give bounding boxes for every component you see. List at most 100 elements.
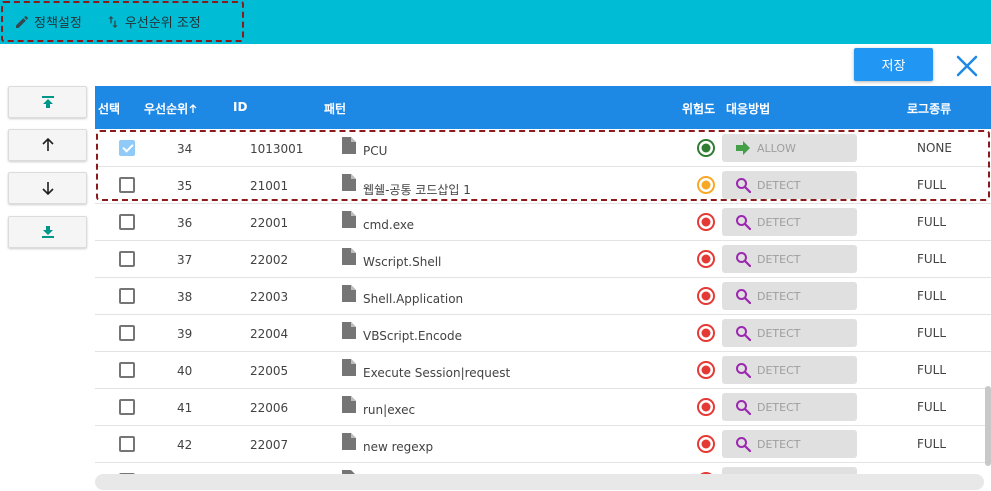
row-checkbox[interactable] <box>119 214 135 230</box>
file-icon <box>342 174 356 191</box>
header-pattern: 패턴 <box>324 102 347 116</box>
table-row[interactable]: 38 22003 Shell.Application DETECT FULL <box>95 278 991 315</box>
file-icon <box>342 396 356 413</box>
header-action: 대응방법 <box>726 102 771 116</box>
risk-indicator-icon <box>697 398 715 416</box>
risk-indicator-icon <box>697 176 715 194</box>
row-log-type: NONE <box>917 141 952 155</box>
search-icon <box>734 213 752 231</box>
top-bar: 정책설정 우선순위 조정 <box>0 0 991 44</box>
row-id: 22007 <box>250 438 289 452</box>
row-log-type: FULL <box>917 252 947 266</box>
header-priority-label: 우선순위 <box>144 102 189 116</box>
row-priority: 38 <box>177 290 193 304</box>
row-checkbox[interactable] <box>119 177 135 193</box>
row-pattern: cmd.exe <box>363 218 415 232</box>
action-button[interactable]: DETECT <box>722 319 857 347</box>
row-priority: 42 <box>177 438 193 452</box>
vertical-scrollbar[interactable] <box>983 86 991 474</box>
close-icon[interactable] <box>953 52 981 80</box>
row-priority: 34 <box>177 142 193 156</box>
sort-up-icon <box>189 104 197 113</box>
action-button[interactable]: DETECT <box>722 245 857 273</box>
action-button[interactable] <box>722 467 857 474</box>
action-button[interactable]: DETECT <box>722 208 857 236</box>
file-icon <box>342 322 356 339</box>
row-log-type: FULL <box>917 437 947 451</box>
row-checkbox[interactable] <box>119 325 135 341</box>
policy-table: 선택 우선순위 ID 패턴 위험도 대응방법 로그종류 34 1013001 PCU… <box>95 86 991 474</box>
row-priority: 35 <box>177 179 193 193</box>
search-icon <box>734 435 752 453</box>
move-up-button[interactable] <box>8 129 87 161</box>
action-button[interactable]: DETECT <box>722 430 857 458</box>
action-button[interactable]: DETECT <box>722 393 857 421</box>
table-header: 선택 우선순위 ID 패턴 위험도 대응방법 로그종류 <box>95 86 991 129</box>
row-checkbox[interactable] <box>119 288 135 304</box>
table-row[interactable]: 41 22006 run|exec DETECT FULL <box>95 389 991 426</box>
row-id: 22002 <box>250 253 289 267</box>
table-row[interactable]: 36 22001 cmd.exe DETECT FULL <box>95 204 991 241</box>
arrow-up-icon <box>41 137 54 151</box>
arrow-right-icon <box>734 139 752 157</box>
row-checkbox[interactable] <box>119 436 135 452</box>
action-button[interactable]: ALLOW <box>722 134 857 162</box>
tab-policy-settings[interactable]: 정책설정 <box>13 12 82 31</box>
row-checkbox[interactable] <box>119 140 135 156</box>
table-row[interactable]: 34 1013001 PCU ALLOW NONE <box>95 130 991 167</box>
action-button[interactable]: DETECT <box>722 171 857 199</box>
action-label: DETECT <box>757 437 801 451</box>
tab-priority-adjust[interactable]: 우선순위 조정 <box>104 12 201 31</box>
arrow-down-icon <box>41 182 54 196</box>
row-log-type: FULL <box>917 363 947 377</box>
action-label: DETECT <box>757 215 801 229</box>
row-id: 21001 <box>250 179 289 193</box>
row-pattern: 웹쉘-공통 코드삽입 1 <box>363 183 471 197</box>
risk-indicator-icon <box>697 250 715 268</box>
move-to-top-button[interactable] <box>8 86 87 118</box>
save-button[interactable]: 저장 <box>854 48 933 81</box>
row-id: 1013001 <box>250 142 304 156</box>
move-down-button[interactable] <box>8 172 87 204</box>
search-icon <box>734 398 752 416</box>
pencil-icon <box>13 13 31 31</box>
table-row[interactable]: 37 22002 Wscript.Shell DETECT FULL <box>95 241 991 278</box>
table-row[interactable]: 39 22004 VBScript.Encode DETECT FULL <box>95 315 991 352</box>
risk-indicator-icon <box>697 435 715 453</box>
move-to-bottom-button[interactable] <box>8 216 87 248</box>
action-label: ALLOW <box>757 141 796 155</box>
table-row[interactable]: 35 21001 웹쉘-공통 코드삽입 1 DETECT FULL <box>95 167 991 204</box>
action-button[interactable]: DETECT <box>722 282 857 310</box>
table-row[interactable]: 40 22005 Execute Session|request DETECT FULL <box>95 352 991 389</box>
table-row[interactable]: 42 22007 new regexp DETECT FULL <box>95 426 991 463</box>
row-id: 22004 <box>250 327 289 341</box>
row-pattern: Wscript.Shell <box>363 255 442 269</box>
risk-indicator-icon <box>697 361 715 379</box>
row-checkbox[interactable] <box>119 362 135 378</box>
file-icon <box>342 359 356 376</box>
row-priority: 36 <box>177 216 193 230</box>
row-priority: 40 <box>177 364 193 378</box>
row-pattern: run|exec <box>363 403 416 417</box>
horizontal-scrollbar[interactable] <box>95 474 984 490</box>
header-priority[interactable]: 우선순위 <box>144 100 198 117</box>
row-priority: 39 <box>177 327 193 341</box>
action-label: DETECT <box>757 178 801 192</box>
file-icon <box>342 137 356 154</box>
row-log-type: FULL <box>917 326 947 340</box>
file-icon <box>342 211 356 228</box>
file-icon <box>342 433 356 450</box>
row-pattern: new regexp <box>363 440 434 454</box>
row-pattern: Execute Session|request <box>363 366 511 380</box>
search-icon <box>734 287 752 305</box>
row-log-type: FULL <box>917 178 947 192</box>
vertical-scrollbar-thumb[interactable] <box>985 386 991 466</box>
action-button[interactable]: DETECT <box>722 356 857 384</box>
table-row[interactable] <box>95 463 991 474</box>
row-checkbox[interactable] <box>119 251 135 267</box>
file-icon <box>342 248 356 265</box>
row-checkbox[interactable] <box>119 399 135 415</box>
tab-policy-settings-label: 정책설정 <box>34 16 82 31</box>
risk-indicator-icon <box>697 324 715 342</box>
search-icon <box>734 324 752 342</box>
